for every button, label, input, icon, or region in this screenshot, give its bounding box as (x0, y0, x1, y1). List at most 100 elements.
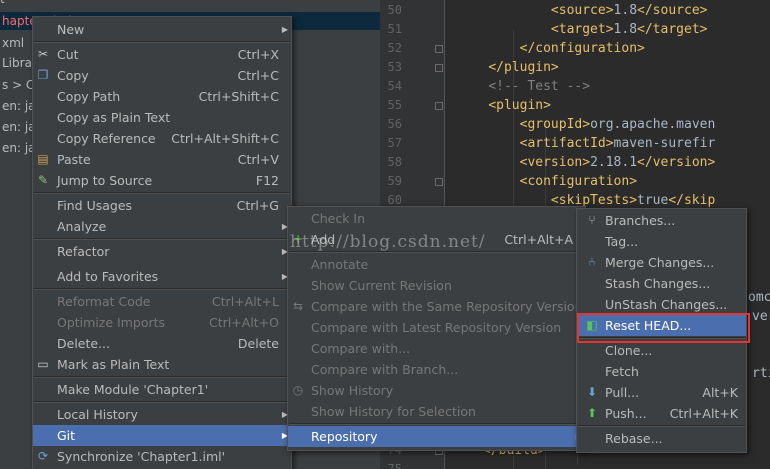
context-menu-item-label: Find Usages (57, 198, 133, 213)
repository-menu-item-push[interactable]: ⬆ Push... Ctrl+Alt+K (577, 403, 746, 424)
shortcut-hint: Ctrl+G (236, 198, 279, 213)
shortcut-hint: Ctrl+C (237, 68, 279, 83)
ide-window: t hapter1.iml xml Librar s > C: en: jav … (0, 0, 770, 469)
context-menu-item-label: Optimize Imports (57, 315, 166, 330)
line-number: 54 (387, 79, 402, 93)
code-line: <artifactId>maven-surefir (519, 136, 716, 151)
git-menu-item-compare-with-branch[interactable]: Compare with Branch... (288, 359, 585, 380)
pull-icon: ⬇ (586, 385, 598, 399)
shortcut-hint: F12 (255, 173, 279, 188)
context-menu-item-git[interactable]: Git ▶ (33, 425, 291, 446)
git-menu-item-compare-with-the-same-repository-version[interactable]: ⇆ Compare with the Same Repository Versio… (288, 296, 585, 317)
repository-menu-item-rebase[interactable]: Rebase... (577, 428, 746, 449)
shortcut-hint: Ctrl+Shift+C (198, 89, 279, 104)
git-menu-item-show-current-revision[interactable]: Show Current Revision (288, 275, 585, 296)
menu-separator (34, 401, 290, 403)
code-line: <version>2.18.1</version> (519, 155, 716, 170)
context-menu-item-jump-to-source[interactable]: ✎ Jump to Source F12 (33, 170, 291, 191)
push-icon: ⬆ (586, 406, 598, 420)
context-menu-item-label: Add to Favorites (57, 269, 159, 284)
annotation-highlight-box (577, 313, 750, 343)
context-menu-item-copy[interactable]: ❐ Copy Ctrl+C (33, 65, 291, 86)
git-menu-item-compare-with[interactable]: Compare with... (288, 338, 585, 359)
repository-menu-item-stash-changes[interactable]: Stash Changes... (577, 273, 746, 294)
merge-icon: ⑃ (588, 255, 596, 269)
repository-menu-item-fetch[interactable]: Fetch (577, 361, 746, 382)
context-menu-item-label: Copy (57, 68, 89, 83)
repository-menu-item-merge-changes[interactable]: ⑃ Merge Changes... (577, 252, 746, 273)
repository-menu-item-clone[interactable]: Clone... (577, 340, 746, 361)
git-menu-item-annotate[interactable]: Annotate (288, 254, 585, 275)
watermark: http://blog.csdn.net/ (290, 232, 486, 252)
context-menu-item-cut[interactable]: ✂ Cut Ctrl+X (33, 44, 291, 65)
repository-menu-item-label: Branches... (605, 213, 676, 228)
menu-separator (289, 423, 584, 425)
git-menu-item-label: Show Current Revision (311, 278, 452, 293)
code-line: <!-- Test --> (488, 79, 591, 94)
context-menu-item-optimize-imports[interactable]: Optimize Imports Ctrl+Alt+O (33, 312, 291, 333)
git-menu-item-show-history-for-selection[interactable]: Show History for Selection (288, 401, 585, 422)
context-menu-item-make-module-chapter1[interactable]: Make Module 'Chapter1' (33, 379, 291, 400)
tree-row[interactable]: xml (2, 34, 24, 52)
code-fragment: omca (748, 290, 770, 305)
repository-menu-item-label: Stash Changes... (605, 276, 711, 291)
git-menu-item-label: Repository (311, 429, 378, 444)
context-menu-item-paste[interactable]: ▤ Paste Ctrl+V (33, 149, 291, 170)
context-menu-item-copy-reference[interactable]: Copy Reference Ctrl+Alt+Shift+C (33, 128, 291, 149)
git-menu-item-label: Show History (311, 383, 394, 398)
repository-menu-item-tag[interactable]: Tag... (577, 231, 746, 252)
code-line: <configuration> (519, 174, 638, 189)
context-menu-item-refactor[interactable]: Refactor ▶ (33, 241, 291, 262)
code-line: <target>1.8</target> (550, 22, 708, 37)
git-menu-item-show-history[interactable]: ◷ Show History (288, 380, 585, 401)
code-fragment: rti (752, 366, 770, 381)
history-icon: ◷ (292, 383, 304, 397)
line-number: 75 (387, 462, 402, 469)
submenu-arrow-icon: ▶ (281, 25, 288, 34)
context-menu-item-copy-as-plain-text[interactable]: Copy as Plain Text (33, 107, 291, 128)
shortcut-hint: Ctrl+Alt+L (211, 294, 279, 309)
git-menu-item-label: Compare with Branch... (311, 362, 459, 377)
context-menu-item-synchronize-chapter1-iml[interactable]: ⟳ Synchronize 'Chapter1.iml' (33, 446, 291, 467)
line-number: 52 (387, 41, 402, 55)
context-menu-item-mark-as-plain-text[interactable]: ▭ Mark as Plain Text (33, 354, 291, 375)
fold-marker[interactable] (435, 102, 443, 110)
line-number: 56 (387, 117, 402, 131)
context-menu-item-label: Analyze (57, 219, 107, 234)
context-menu-item-new[interactable]: New ▶ (33, 19, 291, 40)
menu-separator (34, 376, 290, 378)
shortcut-hint: Ctrl+Alt+A (504, 232, 573, 247)
repository-menu-item-label: Pull... (605, 385, 640, 400)
context-menu-item-local-history[interactable]: Local History ▶ (33, 404, 291, 425)
fold-marker[interactable] (435, 64, 443, 72)
sync-icon: ⟳ (37, 449, 49, 463)
repository-menu-item-unstash-changes[interactable]: UnStash Changes... (577, 294, 746, 315)
shortcut-hint: Alt+K (702, 385, 738, 400)
context-menu-item-add-to-favorites[interactable]: Add to Favorites ▶ (33, 266, 291, 287)
context-menu-item-reformat-code[interactable]: Reformat Code Ctrl+Alt+L (33, 291, 291, 312)
fold-marker[interactable] (435, 178, 443, 186)
line-number: 58 (387, 155, 402, 169)
fold-marker[interactable] (435, 45, 443, 53)
code-line: </plugin> (488, 60, 559, 75)
shortcut-hint: Ctrl+Alt+O (209, 315, 279, 330)
menu-separator (34, 41, 290, 43)
context-menu-item-find-usages[interactable]: Find Usages Ctrl+G (33, 195, 291, 216)
context-menu-item-label: Synchronize 'Chapter1.iml' (57, 449, 226, 464)
repository-menu-item-label: Clone... (605, 343, 653, 358)
shortcut-hint: Ctrl+Alt+K (669, 406, 738, 421)
context-menu-item-label: Cut (57, 47, 79, 62)
code-line: </configuration> (519, 41, 645, 56)
line-number: 53 (387, 60, 402, 74)
git-menu-item-compare-with-latest-repository-version[interactable]: Compare with Latest Repository Version (288, 317, 585, 338)
context-menu-item-delete[interactable]: Delete... Delete (33, 333, 291, 354)
git-menu-item-check-in[interactable]: Check In (288, 208, 585, 229)
code-line: <source>1.8</source> (550, 3, 708, 18)
repository-menu-item-label: Tag... (605, 234, 639, 249)
tree-row-top[interactable]: t (0, 0, 5, 8)
context-menu-item-analyze[interactable]: Analyze ▶ (33, 216, 291, 237)
repository-menu-item-pull[interactable]: ⬇ Pull... Alt+K (577, 382, 746, 403)
git-menu-item-repository[interactable]: Repository▶ (288, 426, 585, 447)
repository-menu-item-branches[interactable]: ⑂ Branches... (577, 210, 746, 231)
context-menu-item-copy-path[interactable]: Copy Path Ctrl+Shift+C (33, 86, 291, 107)
